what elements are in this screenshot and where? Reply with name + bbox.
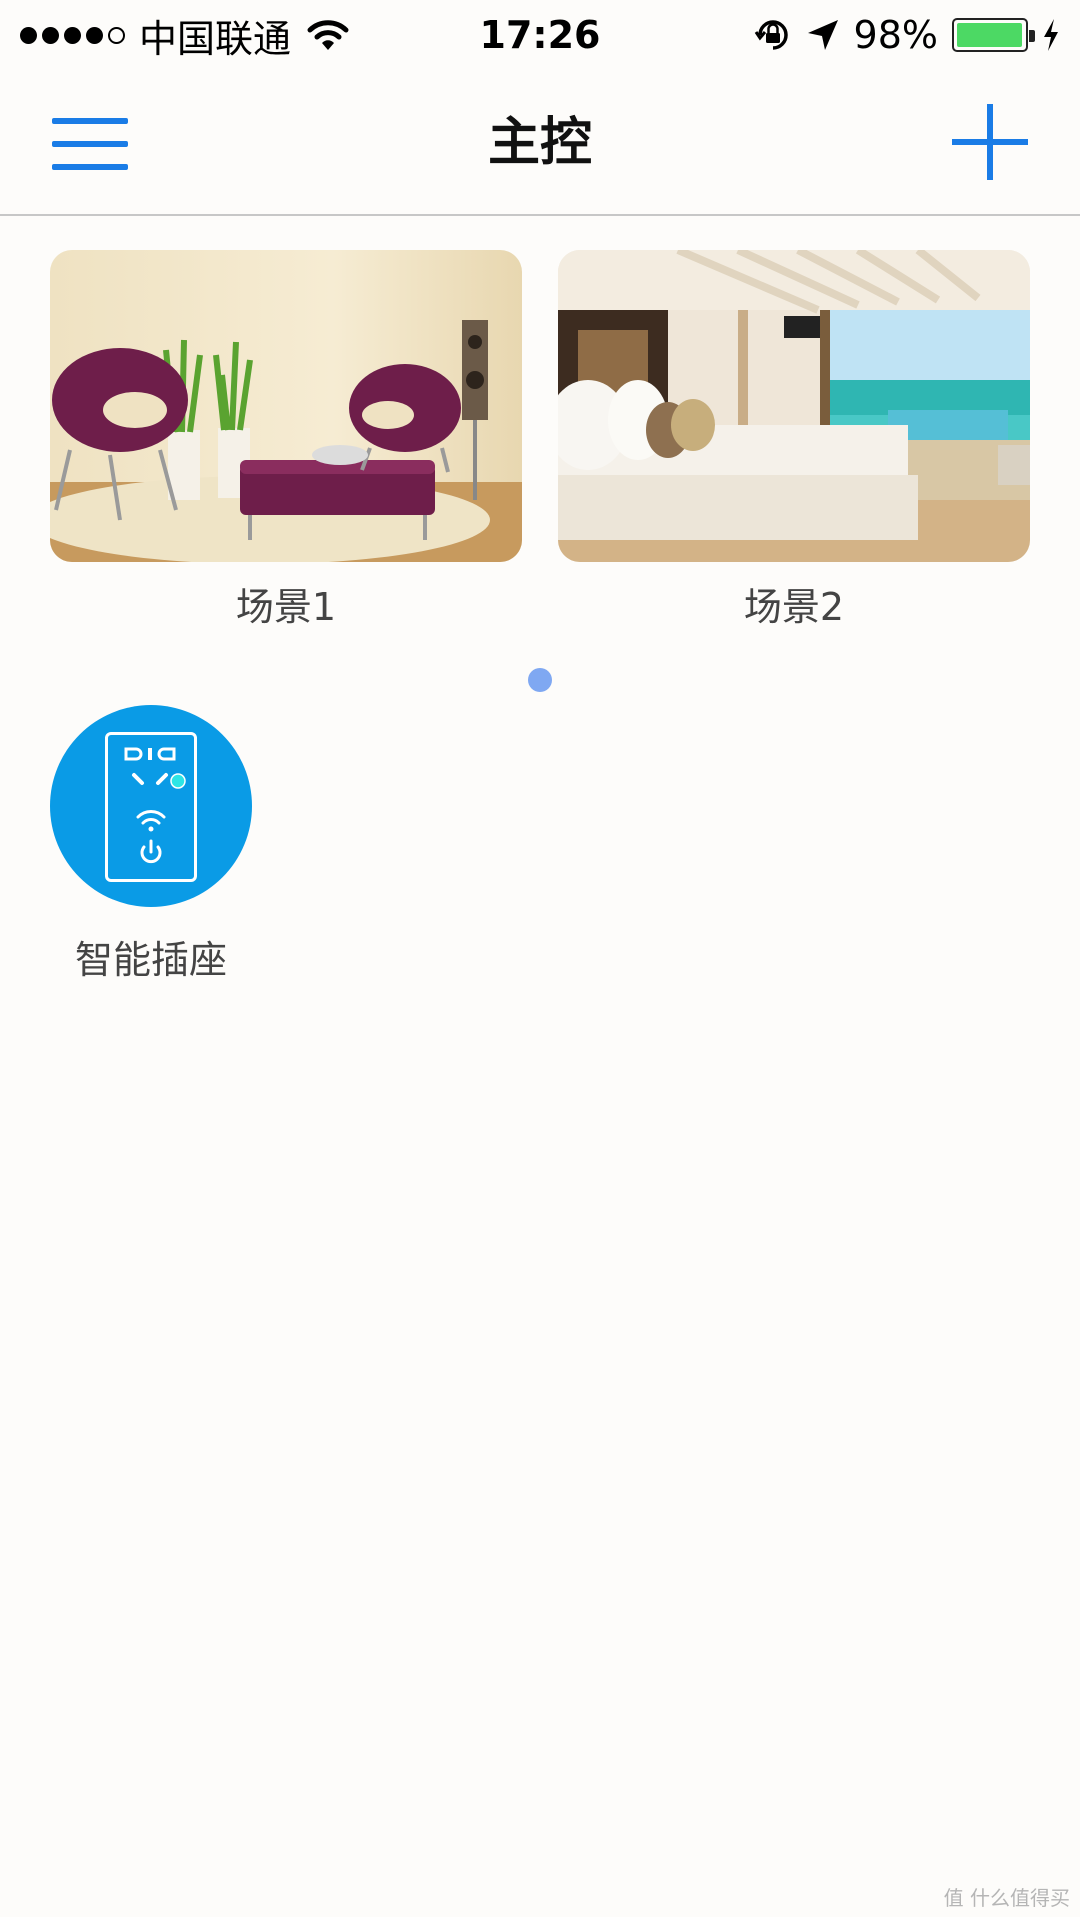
- app-screen: 中国联通 17:26 98% 主控 场景1 场景2 智能插座 值 什么值得买: [0, 0, 1080, 1917]
- battery-percent: 98%: [853, 13, 938, 57]
- plug-outline: [105, 732, 197, 882]
- scene-label: 场景1: [235, 585, 337, 629]
- scene-card-1[interactable]: 场景1: [50, 250, 522, 631]
- battery-cap: [1029, 30, 1035, 42]
- watermark: 值 什么值得买: [943, 1886, 1070, 1910]
- orientation-lock-icon: [754, 20, 788, 50]
- navigation-bar: 主控: [0, 70, 1080, 216]
- charging-bolt-icon: [1044, 19, 1058, 51]
- page-title: 主控: [487, 113, 592, 173]
- device-item[interactable]: 智能插座: [50, 705, 254, 984]
- status-bar: 中国联通 17:26 98%: [0, 0, 1080, 70]
- scene-list: 场景1 场景2: [50, 250, 1030, 630]
- scene-label: 场景2: [743, 585, 845, 629]
- battery-fill: [957, 23, 1022, 47]
- location-arrow-icon: [807, 20, 838, 50]
- battery-icon: [952, 18, 1035, 52]
- living-room-photo: [50, 250, 522, 562]
- bedroom-seaview-photo: [558, 250, 1030, 562]
- page-indicator-dot: [528, 668, 552, 692]
- status-right: 98%: [754, 0, 1060, 70]
- smart-plug-icon: [50, 705, 252, 907]
- device-label: 智能插座: [74, 938, 227, 982]
- add-button[interactable]: [952, 104, 1028, 180]
- scene-card-2[interactable]: 场景2: [558, 250, 1030, 631]
